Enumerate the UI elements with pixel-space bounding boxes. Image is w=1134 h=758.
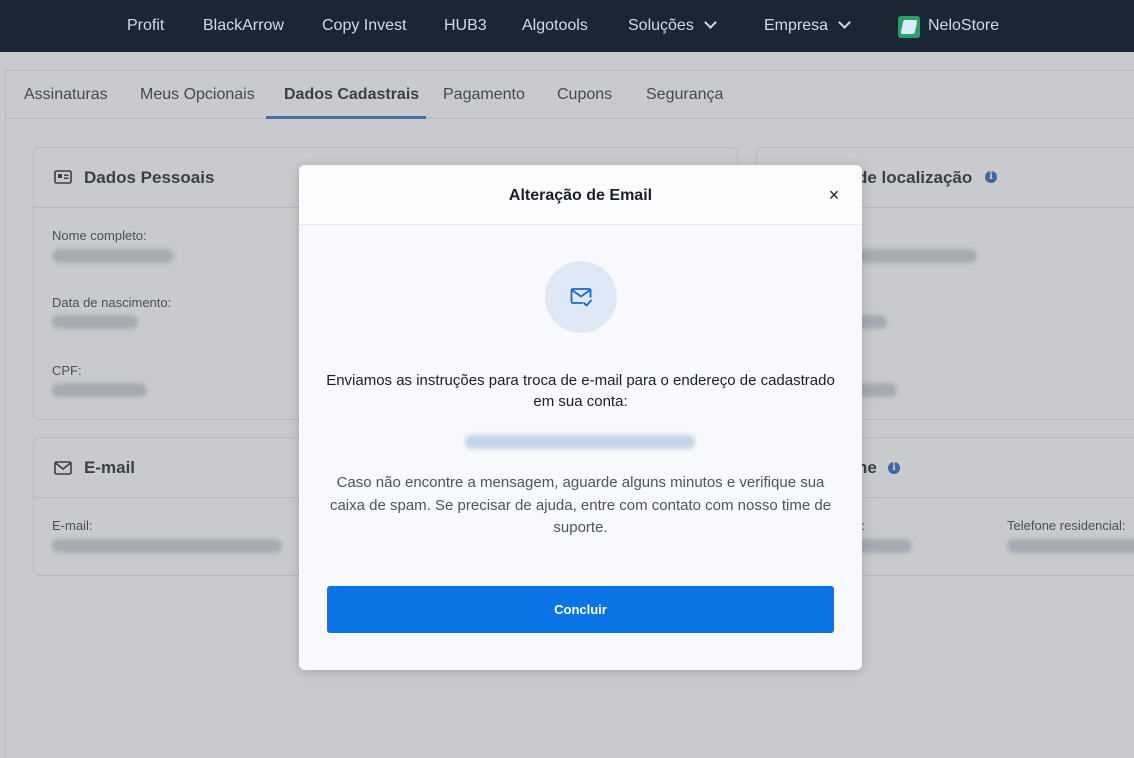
nav-empresa[interactable]: Empresa: [764, 0, 851, 52]
nav-copy-invest[interactable]: Copy Invest: [322, 0, 406, 52]
modal-title: Alteração de Email: [508, 187, 653, 204]
nav-algotools[interactable]: Algotools: [522, 0, 588, 52]
close-button[interactable]: ×: [826, 186, 842, 204]
nav-solucoes-label: Soluções: [628, 17, 694, 34]
mail-check-badge: [545, 261, 617, 333]
nav-solucoes[interactable]: Soluções: [628, 0, 717, 52]
modal-header: Alteração de Email ×: [299, 165, 862, 225]
concluir-button[interactable]: Concluir: [327, 586, 834, 633]
nav-blackarrow[interactable]: BlackArrow: [203, 0, 284, 52]
nav-empresa-label: Empresa: [764, 17, 829, 34]
top-navigation: Profit BlackArrow Copy Invest HUB3 Algot…: [0, 0, 1134, 52]
nav-nelostore[interactable]: NeloStore: [928, 0, 999, 52]
email-change-modal: Alteração de Email × Enviamos as instruç…: [299, 165, 862, 670]
chevron-down-icon: [838, 16, 851, 29]
nav-hub3[interactable]: HUB3: [444, 0, 487, 52]
chevron-down-icon: [703, 16, 717, 29]
registered-email-redacted: [465, 435, 695, 449]
help-message: Caso não encontre a mensagem, aguarde al…: [329, 474, 832, 536]
mail-check-icon: [570, 288, 592, 307]
nelostore-logo-icon[interactable]: [898, 16, 920, 38]
instructions-message: Enviamos as instruções para troca de e-m…: [326, 372, 835, 410]
nav-profit[interactable]: Profit: [127, 0, 164, 52]
